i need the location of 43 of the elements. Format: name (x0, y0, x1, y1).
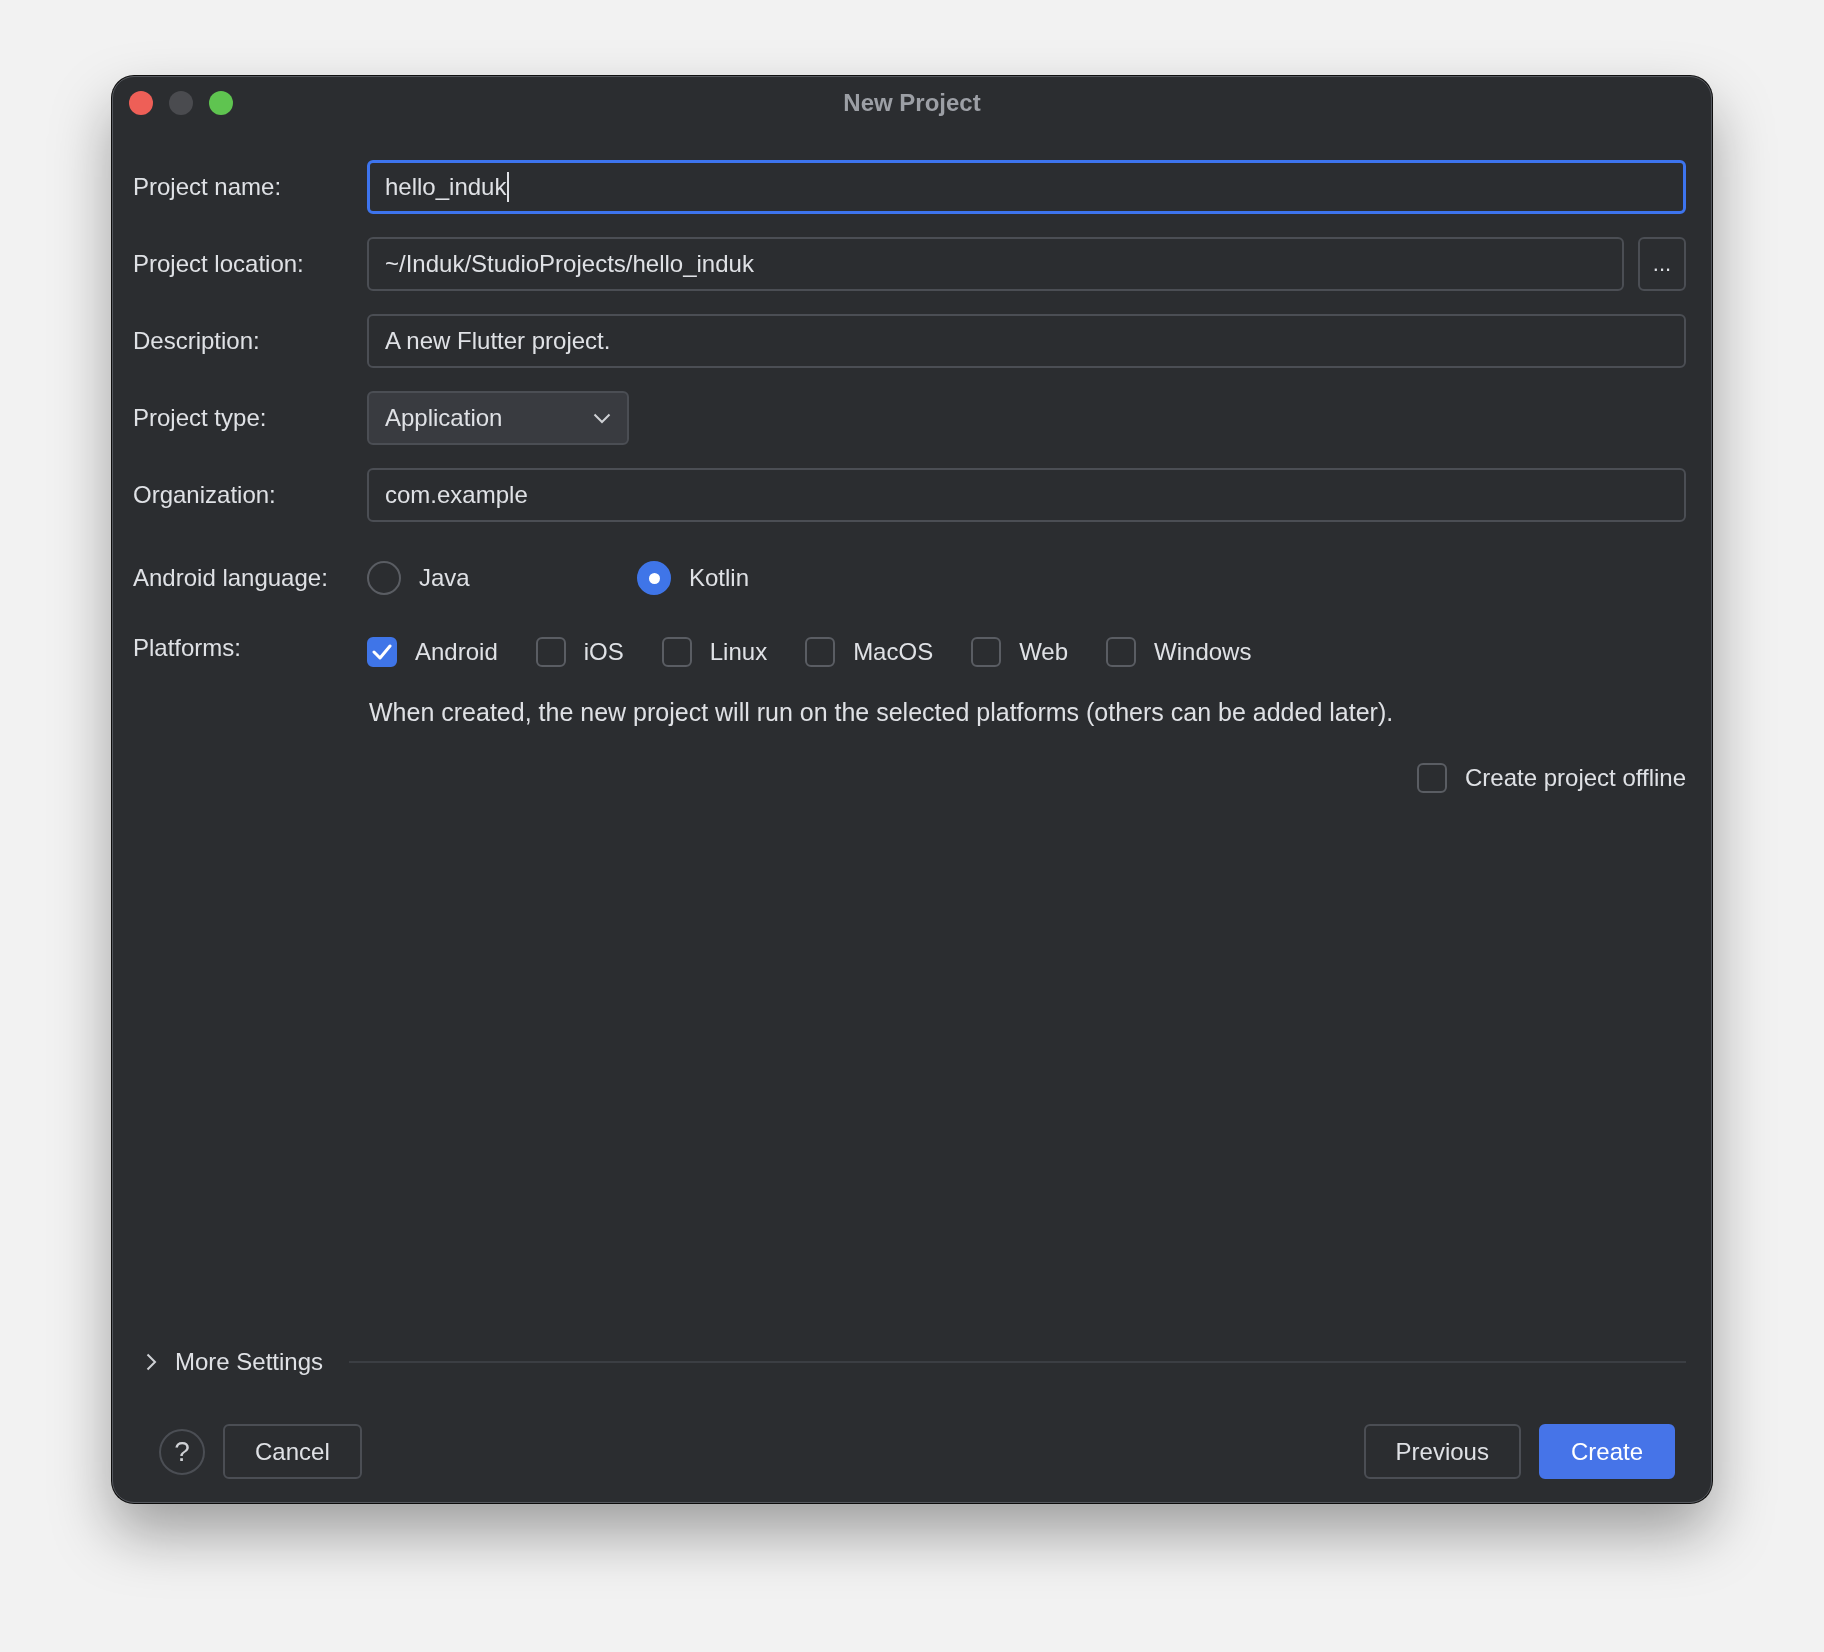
field-label: Organization: (133, 480, 277, 510)
checkbox-label[interactable]: Create project offline (1465, 764, 1686, 792)
text-field[interactable]: com.example (367, 468, 1686, 522)
radio-button[interactable] (367, 561, 401, 595)
checkbox[interactable] (535, 637, 566, 667)
checkbox-label[interactable]: iOS (583, 638, 624, 666)
radio-button[interactable] (637, 561, 671, 595)
minimize-button[interactable] (169, 91, 193, 115)
more-settings-toggle[interactable]: More Settings (175, 1348, 324, 1376)
help-button[interactable]: ? (159, 1428, 205, 1475)
checkbox-label[interactable]: Android (415, 638, 498, 666)
browse-button[interactable]: ... (1638, 237, 1686, 291)
cancel-button[interactable]: Cancel (223, 1424, 362, 1479)
checkbox[interactable] (367, 637, 397, 667)
checkbox-label[interactable]: Windows (1154, 638, 1252, 666)
field-label: Project name: (133, 172, 283, 202)
previous-button[interactable]: Previous (1363, 1424, 1521, 1479)
zoom-button[interactable] (209, 91, 233, 115)
checkbox[interactable] (971, 637, 1002, 667)
window-title: New Project (843, 89, 981, 117)
checkbox[interactable] (661, 637, 692, 667)
chevron-down-icon (593, 412, 611, 424)
field-label: Project type: (133, 403, 268, 433)
radio-label[interactable]: Java (419, 564, 470, 592)
create-button[interactable]: Create (1538, 1424, 1675, 1479)
checkbox-label[interactable]: Linux (709, 638, 768, 666)
text-field[interactable]: hello_induk (367, 160, 1686, 214)
checkbox[interactable] (1106, 637, 1137, 667)
hint-text: When created, the new project will run on the selected platforms (others can be added later). (369, 697, 1395, 727)
field-label: Project location: (133, 249, 305, 279)
path-field[interactable]: ~/Induk/StudioProjects/hello_induk (367, 237, 1624, 291)
checkbox-label[interactable]: Web (1019, 638, 1069, 666)
radio-label[interactable]: Kotlin (689, 564, 750, 592)
field-label: Android language: (133, 563, 329, 593)
checkbox[interactable] (1417, 763, 1447, 793)
checkbox-label[interactable]: MacOS (853, 638, 934, 666)
close-button[interactable] (129, 91, 153, 115)
field-label: Platforms: (133, 633, 243, 663)
dropdown[interactable]: Application (367, 391, 629, 445)
text-field[interactable]: A new Flutter project. (367, 314, 1686, 368)
checkmark-icon (372, 644, 392, 660)
field-label: Description: (133, 326, 261, 356)
checkbox[interactable] (805, 637, 836, 667)
